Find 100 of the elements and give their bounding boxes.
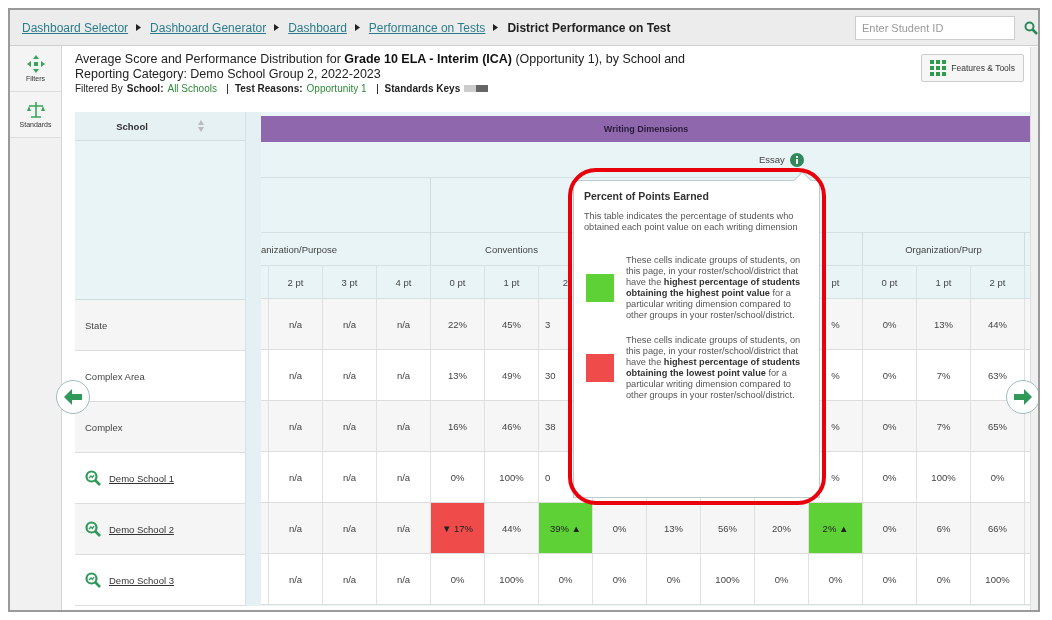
column-header: 3 pt [341, 276, 358, 288]
table-cell: 46% [485, 401, 539, 451]
table-cell: 49% [485, 350, 539, 400]
column-header: pt [831, 276, 840, 288]
table-cell: n/a [269, 554, 323, 604]
move-arrows-icon [26, 55, 45, 73]
table-cell: n/a [323, 401, 377, 451]
table-cell: 39% ▲ [539, 503, 593, 553]
table-cell: n/a [377, 554, 431, 604]
table-cell: n/a [269, 503, 323, 553]
table-cell: n/a [377, 401, 431, 451]
balance-scale-icon [26, 101, 45, 119]
search-icon[interactable] [1024, 20, 1038, 35]
info-icon[interactable] [789, 152, 804, 167]
magnifier-chart-icon[interactable] [85, 572, 101, 588]
table-cell: n/a [377, 299, 431, 349]
table-cell: n/a [323, 503, 377, 553]
column-group-label: Organization/Purp [905, 243, 982, 255]
filter-value: Opportunity 1 [306, 83, 367, 94]
breadcrumb-link[interactable]: Dashboard [288, 20, 347, 35]
table-cell: n/a [377, 452, 431, 502]
breadcrumb-current: District Performance on Test [507, 20, 671, 35]
breadcrumb-link[interactable]: Dashboard Generator [150, 20, 267, 35]
school-link[interactable]: Demo School 3 [109, 574, 174, 586]
chevron-icon [492, 23, 501, 32]
table-cell: 13% [917, 299, 971, 349]
subsection-label: Essay [759, 154, 785, 165]
chevron-icon [135, 23, 144, 32]
toggle-icon[interactable] [464, 85, 489, 92]
table-cell: ▼ 17% [431, 503, 485, 553]
column-group-label: Conventions [485, 243, 538, 255]
table-cell: 0% [593, 554, 647, 604]
table-cell: 0% [593, 503, 647, 553]
school-link[interactable]: Demo School 1 [109, 472, 174, 484]
table-cell: 0% [755, 554, 809, 604]
table-cell: 0% [431, 554, 485, 604]
table-cell: n/a [269, 299, 323, 349]
table-cell: n/a [269, 452, 323, 502]
column-header: 2 pt [989, 276, 1006, 288]
arrow-left-icon [64, 389, 82, 405]
filter-caption: Filtered By [75, 83, 123, 94]
table-cell: 0% [863, 299, 917, 349]
table-cell: 0% [863, 503, 917, 553]
table-cell: 16% [431, 401, 485, 451]
legend-text: These cells indicate groups of students, on this page, in your roster/school/district that have the highest percentage of students obtaining the lowest point value for a particular writing dimension compared to other groups in your roster/school/district. [626, 335, 802, 401]
student-id-field[interactable]: Enter Student ID [855, 15, 1015, 40]
table-cell: 100% [917, 452, 971, 502]
table-cell: 56% [701, 503, 755, 553]
row-label: Complex [85, 421, 123, 433]
table-cell: 2% ▲ [809, 503, 863, 553]
magnifier-chart-icon[interactable] [85, 521, 101, 537]
tooltip-description: This table indicates the percentage of students who obtained each point value on each writing dimension [584, 211, 799, 233]
table-cell: n/a [323, 554, 377, 604]
column-header: 1 pt [935, 276, 952, 288]
row-label: Complex Area [85, 370, 145, 382]
school-link[interactable]: Demo School 2 [109, 523, 174, 535]
table-cell: 66% [971, 503, 1025, 553]
row-label: State [85, 319, 108, 331]
table-cell: 45% [485, 299, 539, 349]
table-cell: n/a [377, 350, 431, 400]
table-cell: 0% [863, 554, 917, 604]
table-cell: 7% [917, 350, 971, 400]
table-cell: 22% [431, 299, 485, 349]
table-cell: 44% [971, 299, 1025, 349]
column-header: 0 pt [449, 276, 466, 288]
tooltip-title: Percent of Points Earned [584, 191, 710, 202]
table-cell: 0% [863, 401, 917, 451]
filter-label: Test Reasons: [234, 83, 303, 94]
table-cell: 100% [485, 452, 539, 502]
table-cell: n/a [323, 350, 377, 400]
breadcrumb-link[interactable]: Performance on Tests [368, 20, 486, 35]
table-cell: 7% [917, 401, 971, 451]
table-cell: 0% [917, 554, 971, 604]
chevron-icon [353, 23, 362, 32]
section-header: Writing Dimensions [261, 116, 1031, 142]
table-cell: 100% [485, 554, 539, 604]
breadcrumb-link[interactable]: Dashboard Selector [22, 20, 129, 35]
magnifier-chart-icon[interactable] [85, 470, 101, 486]
table-cell: 100% [971, 554, 1025, 604]
table-cell: 0% [863, 350, 917, 400]
table-cell: 0% [647, 554, 701, 604]
column-header: 1 pt [503, 276, 520, 288]
filter-label: Standards Keys [384, 83, 461, 94]
table-cell: 13% [647, 503, 701, 553]
table-cell: 6% [917, 503, 971, 553]
table-cell: 0% [863, 452, 917, 502]
table-cell: n/a [269, 401, 323, 451]
table-cell: 0% [809, 554, 863, 604]
table-cell: n/a [269, 350, 323, 400]
legend-text: These cells indicate groups of students, on this page, in your roster/school/district that have the highest percentage of students obtaining the highest point value for a particular writing dimension compared to other groups in your roster/school/district. [626, 255, 802, 321]
table-cell: 100% [701, 554, 755, 604]
table-cell: n/a [323, 452, 377, 502]
features-tools-button[interactable]: Features & Tools [921, 54, 1024, 82]
column-header: 4 pt [395, 276, 412, 288]
grid-icon [930, 60, 947, 76]
table-cell: 0% [539, 554, 593, 604]
table-cell: 0% [971, 452, 1025, 502]
column-header: 0 pt [881, 276, 898, 288]
table-cell: 13% [431, 350, 485, 400]
table-cell: 0% [431, 452, 485, 502]
